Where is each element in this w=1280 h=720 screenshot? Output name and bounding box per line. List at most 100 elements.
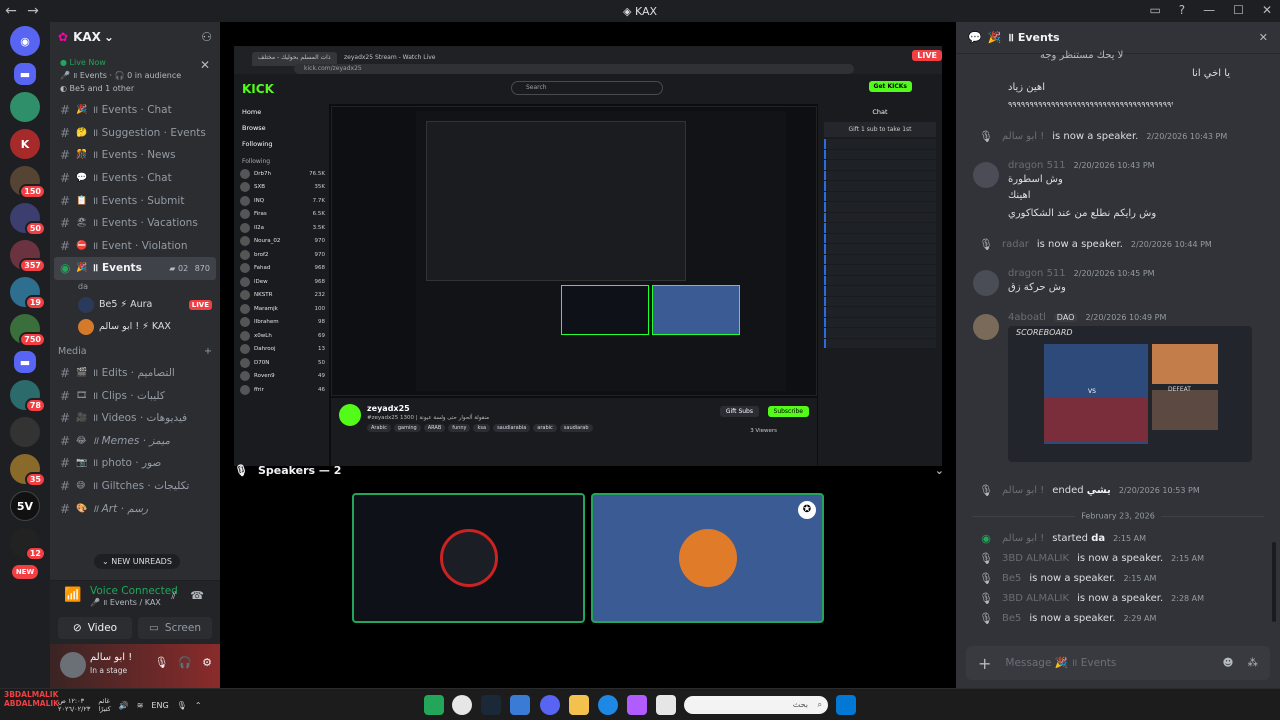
emoji-icon[interactable]: ☻	[1223, 657, 1234, 669]
followed-channel[interactable]: Drb7h 76.5K	[234, 167, 329, 181]
help-icon[interactable]: ?	[1179, 3, 1185, 17]
avatar[interactable]	[973, 162, 999, 188]
maximize-icon[interactable]: ☐	[1233, 3, 1244, 17]
followed-channel[interactable]: Maramjk 100	[234, 302, 329, 316]
server-avatar[interactable]: 5V	[10, 491, 40, 521]
url-bar[interactable]: kick.com/zeyadx25	[294, 64, 854, 74]
add-attachment-icon[interactable]: +	[978, 654, 991, 673]
app-icon-window[interactable]	[656, 695, 676, 715]
channel-item[interactable]: # 😅 ॥ Giltches · تكليجات	[50, 475, 220, 498]
channel-item[interactable]: # 🎊 ॥ Events · News	[50, 144, 220, 167]
headphones-icon[interactable]: 🎧	[178, 656, 192, 669]
screen-share-button[interactable]: ▭ Screen	[138, 617, 212, 639]
microphone-icon[interactable]: 🎙	[154, 656, 168, 669]
minimize-icon[interactable]: —	[1203, 3, 1215, 17]
stream-video[interactable]	[331, 106, 817, 396]
followed-channel[interactable]: INQ 7.7K	[234, 194, 329, 208]
followed-channel[interactable]: SXB 35K	[234, 181, 329, 195]
edge-icon[interactable]	[598, 695, 618, 715]
server-avatar[interactable]: 50	[10, 203, 46, 236]
followed-channel[interactable]: lDew 968	[234, 275, 329, 289]
kick-nav-browse[interactable]: Browse	[234, 120, 329, 136]
channel-item[interactable]: # 📷 ॥ photo · صور	[50, 452, 220, 475]
channel-item[interactable]: # 📋 ॥ Events · Submit	[50, 189, 220, 212]
image-attachment[interactable]: SCOREBOARD VS DEFEAT	[1008, 326, 1252, 462]
username[interactable]: 3BD ALMALIK	[1002, 553, 1069, 564]
gift-subs-button[interactable]: Gift Subs	[719, 406, 759, 417]
gift-banner[interactable]: Gift 1 sub to take 1st	[824, 122, 936, 137]
channel-item[interactable]: # ⛔ ॥ Event · Violation	[50, 235, 220, 258]
kick-nav-home[interactable]: Home	[234, 104, 329, 120]
channel-item[interactable]: # 🎨 ॥ Art · رسم	[50, 497, 220, 520]
chevron-up-icon[interactable]: ⌃	[195, 701, 202, 710]
followed-channel[interactable]: Dahrooj 13	[234, 343, 329, 357]
username[interactable]: ابو سالم !	[90, 652, 132, 663]
server-avatar[interactable]: 750	[10, 314, 46, 347]
username[interactable]: Be5	[1002, 613, 1021, 624]
taskbar-search[interactable]: بحث ⌕	[684, 696, 828, 714]
server-avatar[interactable]: 19	[10, 277, 46, 310]
username[interactable]: Be5	[1002, 573, 1021, 584]
apps-icon[interactable]: ⁂	[1248, 657, 1259, 669]
followed-channel[interactable]: x0wLh 69	[234, 329, 329, 343]
voice-channel-path[interactable]: ॥ Events / KAX	[103, 598, 161, 607]
noise-suppression-icon[interactable]: ⫽	[171, 589, 176, 603]
discord-icon[interactable]	[540, 695, 560, 715]
weather[interactable]: غائم كثيرًا	[98, 697, 110, 713]
username[interactable]: 3BD ALMALIK	[1002, 593, 1069, 604]
disconnect-icon[interactable]: ☎	[190, 589, 204, 603]
category-media[interactable]: Media +	[50, 342, 220, 362]
streamer-avatar[interactable]	[339, 404, 361, 426]
add-channel-icon[interactable]: +	[204, 346, 212, 357]
server-avatar[interactable]	[10, 417, 40, 447]
stream-tag[interactable]: arabic	[533, 424, 557, 432]
speaker-tile[interactable]	[352, 493, 585, 623]
clock[interactable]: ١٢:٠٣ ص ٢٠٢٦/٠٢/٢٣	[58, 697, 90, 713]
scrollbar[interactable]	[1272, 542, 1276, 622]
folder-icon[interactable]: ▬	[14, 63, 36, 85]
server-avatar[interactable]	[10, 92, 40, 122]
wifi-icon[interactable]: ≋	[137, 701, 144, 710]
get-kicks-button[interactable]: Get KICKs	[868, 81, 912, 92]
avatar[interactable]	[973, 270, 999, 296]
stream-tag[interactable]: saudiarab	[559, 424, 593, 432]
username[interactable]: dragon 511	[1008, 268, 1066, 279]
followed-channel[interactable]: Fahad 968	[234, 262, 329, 276]
server-avatar[interactable]: 150	[10, 166, 46, 199]
add-member-icon[interactable]: ⚇	[201, 30, 212, 44]
username[interactable]: ابو سالم !	[1002, 485, 1044, 496]
channel-item[interactable]: # 🏖 ॥ Events · Vacations	[50, 212, 220, 235]
file-explorer-icon[interactable]	[569, 695, 589, 715]
stream-tag[interactable]: gaming	[393, 424, 421, 432]
stream-tag[interactable]: Arabic	[367, 424, 391, 432]
inbox-icon[interactable]: ▭	[1149, 3, 1160, 17]
chevron-down-icon[interactable]: ⌄	[935, 464, 944, 477]
channel-item[interactable]: # 🎬 ॥ Edits · التصاميم	[50, 362, 220, 385]
server-avatar[interactable]: 357	[10, 240, 46, 273]
stage-user[interactable]: Be5 ⚡ Aura LIVE	[50, 294, 220, 316]
stream-tag[interactable]: ARAB	[423, 424, 446, 432]
close-window-icon[interactable]: ✕	[1262, 3, 1272, 17]
kick-nav-following[interactable]: Following	[234, 136, 329, 152]
microphone-icon[interactable]: 🎙	[177, 701, 187, 710]
close-icon[interactable]: ✕	[1259, 31, 1268, 44]
guild-header[interactable]: ✿ KAX ⌄ ⚇	[50, 22, 220, 52]
followed-channel[interactable]: Noura_02 970	[234, 235, 329, 249]
composer-placeholder[interactable]: Message 🎉 ॥ Events	[1005, 656, 1116, 670]
live-now-card[interactable]: ✕ ● Live Now da 🎤 ॥ Events · 🎧 0 in audi…	[50, 46, 1006, 712]
copilot-icon[interactable]	[627, 695, 647, 715]
channel-item[interactable]: # 🎥 ॥ Videos · فيديوهات	[50, 407, 220, 430]
channel-item[interactable]: # 🎉 ॥ Events · Chat	[50, 99, 220, 122]
followed-channel[interactable]: D70N 50	[234, 356, 329, 370]
followed-channel[interactable]: Firas 6.5K	[234, 208, 329, 222]
username[interactable]: ابو سالم !	[1002, 533, 1044, 544]
gear-icon[interactable]: ⚙	[202, 656, 212, 669]
stage-user[interactable]: ابو سالم ! ⚡ KAX	[50, 316, 220, 338]
server-avatar[interactable]: 78	[10, 380, 46, 413]
stream-tag[interactable]: funny	[448, 424, 471, 432]
username[interactable]: ابو سالم !	[1002, 131, 1044, 142]
subscribe-button[interactable]: Subscribe	[767, 406, 809, 417]
followed-channel[interactable]: IIbrahem 98	[234, 316, 329, 330]
close-icon[interactable]: ✕	[200, 58, 210, 72]
server-avatar[interactable]: 35	[10, 454, 46, 487]
